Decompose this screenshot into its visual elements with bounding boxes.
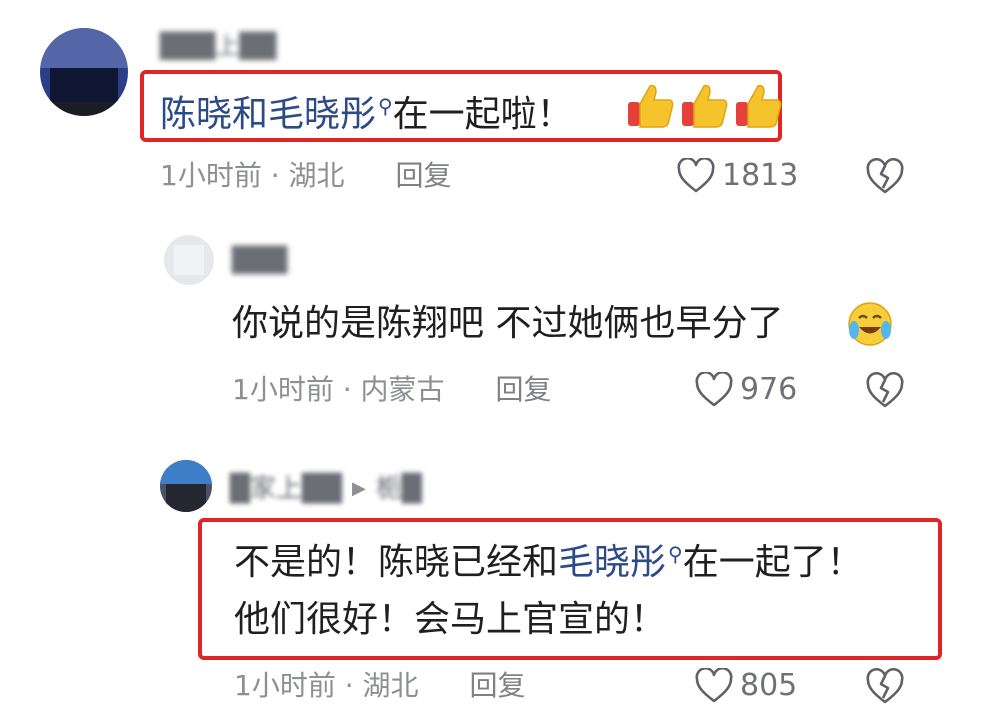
- broken-heart-icon[interactable]: [864, 158, 906, 196]
- comment-text: 你说的是陈翔吧 不过她俩也早分了: [232, 303, 784, 344]
- reply-button[interactable]: 回复: [495, 373, 551, 406]
- separator: ·: [270, 159, 280, 192]
- broken-heart-icon[interactable]: [864, 668, 906, 706]
- timestamp: 1小时前: [160, 159, 262, 192]
- separator: ·: [344, 669, 354, 702]
- emoji-group: [626, 80, 784, 130]
- comment-meta: 1小时前 · 内蒙古 回复: [232, 372, 551, 408]
- search-icon[interactable]: ⚲: [668, 542, 683, 566]
- location: 湖北: [362, 669, 419, 702]
- comment-meta: 1小时前 · 湖北 回复: [160, 158, 451, 194]
- separator: ·: [342, 373, 352, 406]
- comment-text: 陈晓和毛晓彤 ⚲在一起啦！: [160, 84, 573, 137]
- reply-button[interactable]: 回复: [395, 159, 451, 192]
- comment-meta: 1小时前 · 湖北 回复: [234, 668, 525, 704]
- laughing-crying-emoji: [846, 300, 894, 348]
- username[interactable]: █家上██: [230, 472, 342, 506]
- search-icon[interactable]: ⚲: [378, 94, 393, 118]
- mention-link[interactable]: 陈晓和毛晓彤: [160, 94, 376, 135]
- reply-header: █家上██ ▶ 栀█: [230, 472, 422, 506]
- thumbs-up-emoji: [734, 80, 784, 130]
- comment-text-part: 不是的！陈晓已经和: [234, 542, 559, 583]
- reply-arrow-icon: ▶: [352, 478, 366, 499]
- heart-outline-icon: [694, 372, 734, 408]
- comment-text-line-1: 不是的！陈晓已经和毛晓彤 ⚲在一起了！: [234, 532, 863, 585]
- reply-button[interactable]: 回复: [469, 669, 525, 702]
- mention-link[interactable]: 毛晓彤: [558, 542, 666, 583]
- like-count: 976: [740, 372, 798, 407]
- comment-text-rest: 在一起啦！: [392, 94, 573, 135]
- like-count: 805: [740, 668, 798, 703]
- comment-text-line-2: 他们很好！会马上官宣的！: [234, 599, 667, 640]
- timestamp: 1小时前: [232, 373, 334, 406]
- thumbs-up-emoji: [680, 80, 730, 130]
- username[interactable]: ███上██: [160, 32, 276, 60]
- username[interactable]: ███: [232, 246, 287, 274]
- comment-text-part: 在一起了！: [682, 542, 863, 583]
- like-button[interactable]: 1813: [676, 158, 798, 194]
- like-button[interactable]: 805: [694, 668, 797, 704]
- avatar[interactable]: [160, 460, 212, 512]
- reply-to-username[interactable]: 栀█: [376, 472, 422, 506]
- location: 内蒙古: [360, 373, 445, 406]
- avatar[interactable]: [164, 235, 214, 285]
- heart-outline-icon: [694, 668, 734, 704]
- thumbs-up-emoji: [626, 80, 676, 130]
- heart-outline-icon: [676, 158, 716, 194]
- like-count: 1813: [722, 158, 799, 193]
- timestamp: 1小时前: [234, 669, 336, 702]
- like-button[interactable]: 976: [694, 372, 797, 408]
- broken-heart-icon[interactable]: [864, 372, 906, 410]
- location: 湖北: [288, 159, 345, 192]
- avatar[interactable]: [40, 28, 128, 116]
